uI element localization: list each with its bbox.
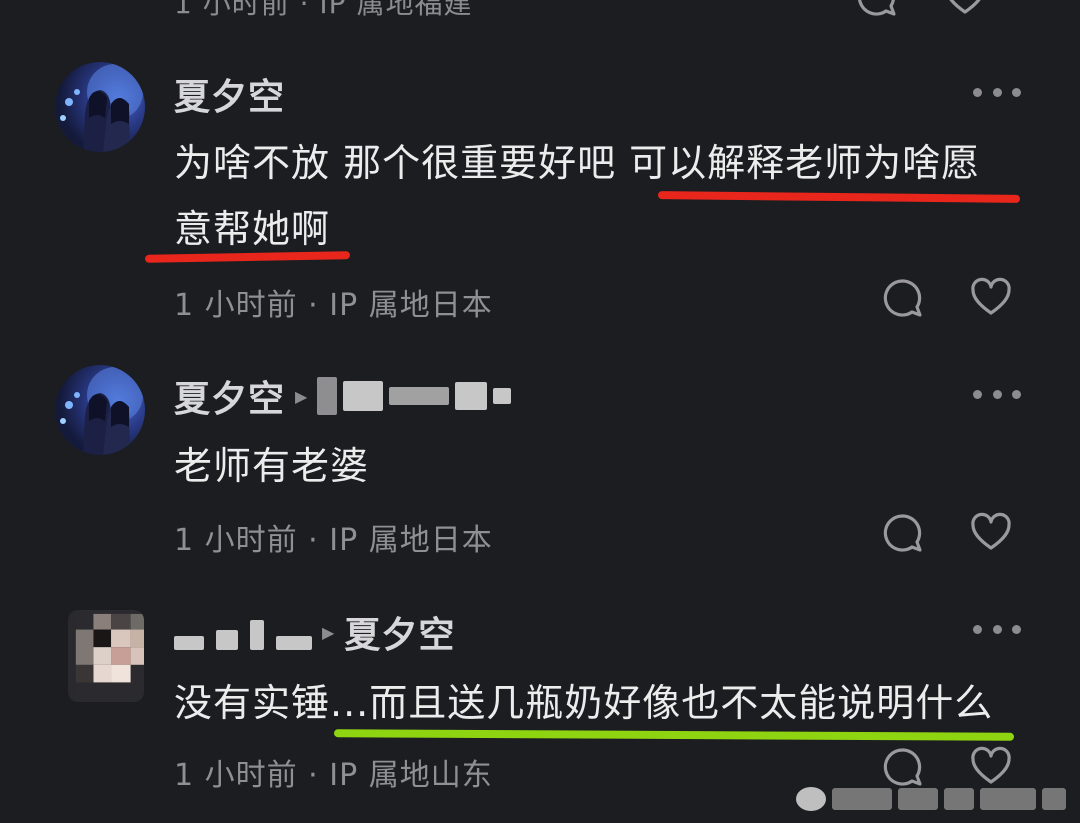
heart-icon[interactable] [944, 0, 986, 18]
watermark-logo [796, 782, 1066, 816]
heart-icon[interactable] [970, 277, 1012, 319]
reply-arrow-icon: ▶ [295, 386, 308, 406]
more-icon[interactable] [973, 388, 1021, 400]
author-name-redacted[interactable] [174, 614, 312, 650]
reply-to-name-redacted[interactable] [317, 377, 512, 415]
avatar[interactable] [55, 365, 145, 455]
previous-comment-meta: 1 小时前 · IP 属地福建 [174, 0, 473, 20]
watermark-icon [796, 787, 826, 811]
more-icon[interactable] [973, 623, 1021, 635]
comment-text-highlighted: ...而且送几瓶奶好像也不太能说明什么 [330, 681, 994, 725]
comment-text: 老师有老婆 [174, 444, 370, 488]
previous-comment-actions [856, 0, 1020, 16]
comment-text: 没有实锤...而且送几瓶奶好像也不太能说明什么 [174, 670, 1034, 736]
comment-text-highlighted: 可以解释老师为啥愿 [629, 141, 981, 185]
comment-bubble-icon[interactable] [882, 277, 924, 319]
comment-bubble-icon[interactable] [882, 512, 924, 554]
more-icon[interactable] [973, 86, 1021, 98]
author-row: 夏夕空 ▶ [174, 370, 512, 422]
comment-meta: 1 小时前 · IP 属地山东 [174, 758, 493, 793]
avatar[interactable] [55, 62, 145, 152]
reply-arrow-icon: ▶ [322, 622, 335, 642]
author-name[interactable]: 夏夕空 [174, 370, 285, 422]
comment-bubble-icon[interactable] [856, 0, 898, 18]
heart-icon[interactable] [970, 512, 1012, 554]
author-name[interactable]: 夏夕空 [174, 68, 285, 120]
reply-to-name[interactable]: 夏夕空 [344, 606, 455, 658]
comment-text-highlighted: 意帮她啊 [174, 207, 331, 251]
author-row: ▶ 夏夕空 [174, 606, 455, 658]
comment-text-plain: 为啥不放 那个很重要好吧 [174, 141, 630, 185]
avatar-pixelated[interactable] [68, 610, 144, 702]
comment-meta: 1 小时前 · IP 属地日本 [174, 288, 493, 323]
comment-text-plain: 没有实锤 [174, 681, 331, 725]
comment-meta: 1 小时前 · IP 属地日本 [174, 523, 493, 558]
